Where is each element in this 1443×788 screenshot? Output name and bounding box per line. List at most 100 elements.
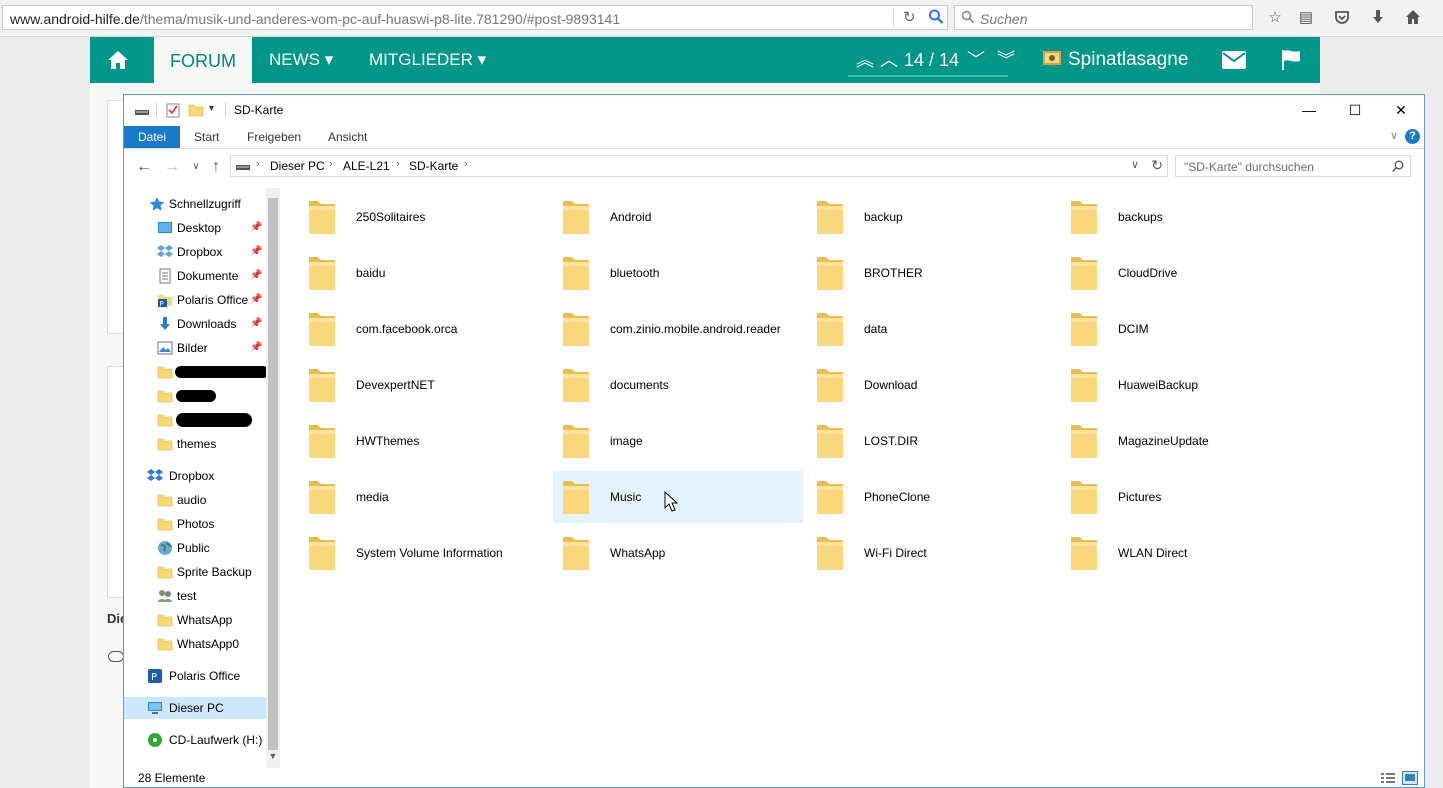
folder-item[interactable]: backup bbox=[807, 191, 1057, 243]
folder-item[interactable]: backups bbox=[1061, 191, 1311, 243]
url-bar[interactable]: www.android-hilfe.de/thema/musik-und-and… bbox=[2, 5, 948, 30]
nav-this-pc[interactable]: Dieser PC bbox=[124, 697, 266, 719]
star-icon[interactable]: ☆ bbox=[1266, 9, 1284, 27]
tab-file[interactable]: Datei bbox=[124, 126, 180, 148]
folder-item[interactable]: LOST.DIR bbox=[807, 415, 1057, 467]
nav-dropbox-audio[interactable]: audio bbox=[124, 489, 266, 511]
folder-item[interactable]: media bbox=[299, 471, 549, 523]
mail-icon[interactable] bbox=[1222, 51, 1246, 72]
nav-downloads[interactable]: Downloads 📌 bbox=[124, 313, 266, 335]
folder-item[interactable]: Pictures bbox=[1061, 471, 1311, 523]
maximize-button[interactable]: ☐ bbox=[1332, 95, 1378, 125]
address-bar[interactable]: › Dieser PC › ALE-L21 › SD-Karte › ∨ ↻ bbox=[230, 155, 1168, 177]
nav-news-menu[interactable]: NEWS ▾ bbox=[269, 37, 333, 83]
details-view-icon[interactable] bbox=[1380, 771, 1396, 785]
folder-item[interactable]: com.facebook.orca bbox=[299, 303, 549, 355]
breadcrumb-device[interactable]: ALE-L21 bbox=[343, 159, 390, 173]
folder-item[interactable]: HuaweiBackup bbox=[1061, 359, 1311, 411]
home-icon[interactable] bbox=[1404, 9, 1422, 27]
nav-redacted-folder-3[interactable] bbox=[124, 409, 266, 431]
folder-item[interactable]: WhatsApp bbox=[553, 527, 803, 579]
download-icon[interactable] bbox=[1369, 9, 1387, 27]
large-icons-view-icon[interactable] bbox=[1402, 771, 1418, 785]
help-icon[interactable]: ? bbox=[1405, 129, 1420, 144]
nav-dropbox-sprite-backup[interactable]: Sprite Backup bbox=[124, 561, 266, 583]
nav-dropbox-whatsapp0[interactable]: WhatsApp0 bbox=[124, 633, 266, 655]
nav-members-menu[interactable]: MITGLIEDER ▾ bbox=[369, 37, 486, 83]
folder-item[interactable]: System Volume Information bbox=[299, 527, 549, 579]
folder-item[interactable]: bluetooth bbox=[553, 247, 803, 299]
folder-item[interactable]: com.zinio.mobile.android.reader bbox=[553, 303, 803, 355]
nav-documents[interactable]: Dokumente 📌 bbox=[124, 265, 266, 287]
address-dropdown-icon[interactable]: ∨ bbox=[1131, 158, 1139, 171]
folder-item[interactable]: data bbox=[807, 303, 1057, 355]
next-page-icon[interactable]: ﹀ bbox=[967, 50, 985, 70]
forward-button[interactable]: → bbox=[162, 157, 182, 177]
folder-item[interactable]: documents bbox=[553, 359, 803, 411]
browser-search-input[interactable]: Suchen bbox=[954, 5, 1253, 30]
nav-redacted-folder-2[interactable] bbox=[124, 385, 266, 407]
new-folder-icon[interactable] bbox=[188, 102, 204, 118]
up-button[interactable]: ↑ bbox=[206, 157, 226, 177]
folder-item[interactable]: WLAN Direct bbox=[1061, 527, 1311, 579]
reading-list-icon[interactable]: ▤ bbox=[1297, 9, 1315, 27]
expand-ribbon-icon[interactable]: ∨ bbox=[1390, 129, 1398, 142]
user-menu[interactable]: Spinatlasagne bbox=[1042, 37, 1188, 83]
folder-item[interactable]: PhoneClone bbox=[807, 471, 1057, 523]
close-button[interactable]: ✕ bbox=[1378, 95, 1424, 125]
nav-dropbox[interactable]: Dropbox bbox=[124, 465, 266, 487]
nav-dropbox-test[interactable]: test bbox=[124, 585, 266, 607]
nav-polaris-office[interactable]: P Polaris Office bbox=[124, 665, 266, 687]
back-button[interactable]: ← bbox=[134, 157, 154, 177]
nav-dropbox-quick[interactable]: Dropbox 📌 bbox=[124, 241, 266, 263]
scroll-down-icon[interactable]: ▼ bbox=[268, 751, 278, 761]
nav-dropbox-public[interactable]: Public bbox=[124, 537, 266, 559]
tab-view[interactable]: Ansicht bbox=[328, 126, 367, 148]
tab-share[interactable]: Freigeben bbox=[247, 126, 301, 148]
last-page-icon[interactable]: ︾ bbox=[997, 50, 1015, 70]
folder-item[interactable]: HWThemes bbox=[299, 415, 549, 467]
globe-icon bbox=[157, 540, 173, 556]
folder-item[interactable]: 250Solitaires bbox=[299, 191, 549, 243]
folder-item[interactable]: MagazineUpdate bbox=[1061, 415, 1311, 467]
folder-item[interactable]: image bbox=[553, 415, 803, 467]
nav-scrollbar[interactable]: ▼ bbox=[266, 188, 280, 768]
breadcrumb-sd-card[interactable]: SD-Karte bbox=[409, 159, 458, 173]
folder-item[interactable]: CloudDrive bbox=[1061, 247, 1311, 299]
nav-dropbox-whatsapp[interactable]: WhatsApp bbox=[124, 609, 266, 631]
nav-desktop[interactable]: Desktop 📌 bbox=[124, 217, 266, 239]
folder-item[interactable]: Music bbox=[553, 471, 803, 523]
nav-dropbox-photos[interactable]: Photos bbox=[124, 513, 266, 535]
reload-icon[interactable]: ↻ bbox=[903, 8, 916, 26]
nav-pictures[interactable]: Bilder 📌 bbox=[124, 337, 266, 359]
breadcrumb-this-pc[interactable]: Dieser PC bbox=[270, 159, 325, 173]
folder-search-input[interactable]: "SD-Karte" durchsuchen bbox=[1175, 155, 1411, 177]
first-page-icon[interactable]: ︽ bbox=[856, 50, 874, 70]
folder-item[interactable]: Wi-Fi Direct bbox=[807, 527, 1057, 579]
folder-item[interactable]: BROTHER bbox=[807, 247, 1057, 299]
nav-forum-tab[interactable]: FORUM bbox=[154, 37, 252, 83]
nav-themes[interactable]: themes bbox=[124, 433, 266, 455]
forum-home-button[interactable] bbox=[90, 37, 146, 83]
nav-quick-access[interactable]: Schnellzugriff bbox=[124, 193, 266, 215]
minimize-button[interactable]: — bbox=[1286, 95, 1332, 125]
folder-item[interactable]: Android bbox=[553, 191, 803, 243]
nav-polaris-quick[interactable]: P Polaris Office 📌 bbox=[124, 289, 266, 311]
tab-start[interactable]: Start bbox=[194, 126, 219, 148]
scroll-thumb[interactable] bbox=[268, 198, 278, 750]
nav-redacted-folder-1[interactable] bbox=[124, 361, 266, 383]
flag-icon[interactable] bbox=[1280, 49, 1302, 74]
refresh-icon[interactable]: ↻ bbox=[1151, 157, 1163, 174]
properties-icon[interactable] bbox=[165, 102, 181, 118]
folder-item[interactable]: baidu bbox=[299, 247, 549, 299]
folder-item[interactable]: DCIM bbox=[1061, 303, 1311, 355]
folder-item[interactable]: DevexpertNET bbox=[299, 359, 549, 411]
folder-item[interactable]: Download bbox=[807, 359, 1057, 411]
recent-locations-icon[interactable]: ∨ bbox=[186, 157, 206, 177]
nav-cd-drive[interactable]: CD-Laufwerk (H:) bbox=[124, 729, 266, 751]
prev-page-icon[interactable]: ︿ bbox=[880, 50, 898, 70]
customize-toolbar-icon[interactable]: ▾ bbox=[209, 103, 214, 114]
pocket-icon[interactable] bbox=[1333, 9, 1351, 27]
folder-icon bbox=[307, 365, 337, 405]
search-icon[interactable] bbox=[928, 8, 944, 26]
